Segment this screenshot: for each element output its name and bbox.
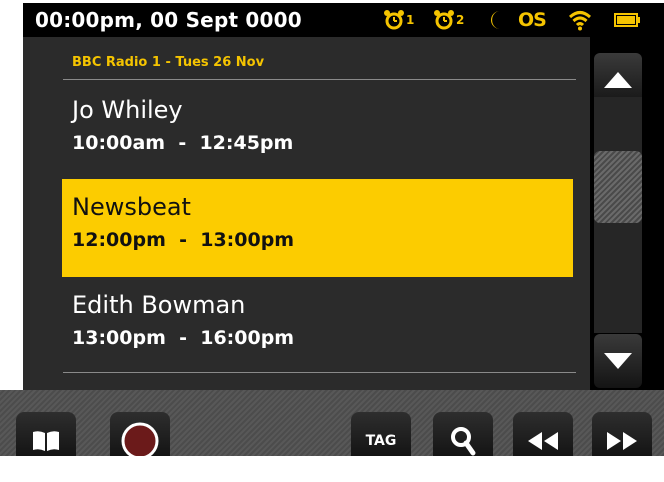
programme-name: Edith Bowman <box>72 291 246 319</box>
schedule-item-selected[interactable]: Newsbeat 12:00pm - 13:00pm <box>62 179 573 277</box>
rewind-icon <box>528 432 558 450</box>
bottom-toolbar: TAG <box>0 390 664 482</box>
search-icon <box>451 427 476 456</box>
programme-name: Newsbeat <box>72 193 191 221</box>
battery-icon <box>614 7 642 33</box>
programme-time: 13:00pm - 16:00pm <box>72 327 295 349</box>
schedule-item[interactable]: Edith Bowman 13:00pm - 16:00pm <box>62 277 573 375</box>
programme-time: 12:00pm - 13:00pm <box>72 229 295 251</box>
alarm-2-icon: 2 <box>433 7 464 33</box>
tag-label: TAG <box>365 433 397 449</box>
status-bar: 00:00pm, 00 Sept 0000 1 2 OS <box>23 3 664 37</box>
scroll-track[interactable] <box>594 97 642 333</box>
alarm-1-icon: 1 <box>383 7 414 33</box>
scrollbar <box>590 37 664 390</box>
scroll-down-button[interactable] <box>594 334 642 388</box>
sleep-moon-icon <box>487 7 505 33</box>
divider <box>63 372 576 373</box>
book-icon <box>33 431 59 451</box>
scroll-thumb[interactable] <box>594 151 642 223</box>
triangle-up-icon <box>604 72 632 88</box>
schedule-item[interactable]: Jo Whiley 10:00am - 12:45pm <box>62 82 573 180</box>
toolbar-bottom-strip <box>0 456 664 482</box>
wifi-icon <box>568 7 592 33</box>
clock-display: 00:00pm, 00 Sept 0000 <box>35 8 302 32</box>
schedule-list: BBC Radio 1 - Tues 26 Nov Jo Whiley 10:0… <box>23 37 590 390</box>
fast-forward-icon <box>607 432 637 450</box>
programme-name: Jo Whiley <box>72 96 183 124</box>
record-icon <box>121 422 159 460</box>
os-icon: OS <box>518 9 547 31</box>
station-header: BBC Radio 1 - Tues 26 Nov <box>72 55 265 70</box>
divider <box>63 79 576 80</box>
programme-time: 10:00am - 12:45pm <box>72 132 294 154</box>
radio-device-screen: 00:00pm, 00 Sept 0000 1 2 OS BBC Radio 1… <box>0 0 664 482</box>
triangle-down-icon <box>604 353 632 369</box>
